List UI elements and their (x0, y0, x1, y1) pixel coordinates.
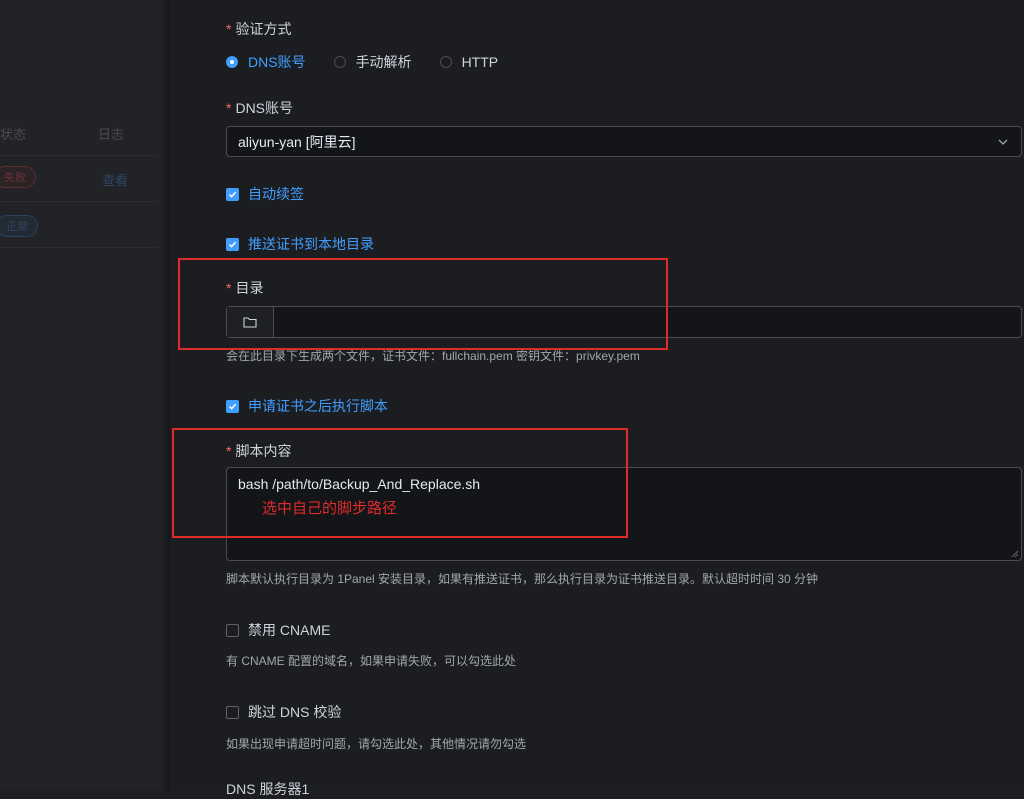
radio-dot (226, 56, 238, 68)
radio-dns-account-label: DNS账号 (248, 54, 306, 70)
bg-row-divider (0, 155, 158, 156)
annotation-box-directory (178, 258, 668, 350)
bg-status-badge-normal: 正常 (0, 215, 38, 237)
radio-manual-resolve[interactable]: 手动解析 (333, 52, 412, 72)
checkbox-box (226, 187, 239, 201)
radio-http[interactable]: HTTP (439, 54, 499, 70)
checkbox-box (226, 399, 239, 413)
checkbox-box (226, 623, 239, 637)
radio-http-label: HTTP (461, 54, 499, 70)
push-to-local-label: 推送证书到本地目录 (248, 236, 374, 252)
verify-method-radio-group: DNS账号 手动解析 HTTP (226, 52, 526, 72)
annotation-box-script (172, 428, 628, 538)
disable-cname-label: 禁用 CNAME (248, 622, 331, 638)
background-task-list: 状态 日志 失败 查看 正常 (0, 0, 170, 791)
dns-account-label-text: DNS账号 (235, 100, 294, 116)
skip-dns-check-hint: 如果出现申请超时问题，请勾选此处，其他情况请勿勾选 (226, 737, 527, 751)
dns-account-label: * DNS账号 (226, 98, 293, 118)
radio-dot (333, 56, 346, 68)
radio-dot (439, 56, 452, 68)
required-mark: * (226, 21, 232, 37)
check-icon (228, 191, 237, 198)
radio-dns-account[interactable]: DNS账号 (226, 52, 306, 72)
bg-view-log-link: 查看 (102, 173, 129, 188)
dns-account-select[interactable]: aliyun-yan [阿里云] (226, 126, 1022, 157)
auto-renew-label: 自动续签 (248, 186, 304, 202)
checkbox-box (226, 705, 239, 719)
disable-cname-checkbox[interactable]: 禁用 CNAME (226, 620, 330, 640)
radio-manual-resolve-label: 手动解析 (355, 54, 412, 70)
check-icon (228, 241, 237, 248)
required-mark: * (226, 100, 232, 116)
verify-method-label-text: 验证方式 (235, 21, 292, 37)
auto-renew-checkbox[interactable]: 自动续签 (226, 184, 304, 204)
checkbox-box (226, 237, 239, 251)
drawer-shadow (158, 0, 170, 791)
verify-method-label: * 验证方式 (226, 19, 291, 39)
bg-row-divider (0, 201, 158, 202)
script-content-hint: 脚本默认执行目录为 1Panel 安装目录，如果有推送证书，那么执行目录为证书推… (226, 572, 819, 586)
skip-dns-check-label: 跳过 DNS 校验 (248, 704, 342, 720)
bg-row-divider (0, 247, 158, 248)
resize-grip-icon[interactable] (1011, 550, 1019, 558)
disable-cname-hint: 有 CNAME 配置的域名，如果申请失败，可以勾选此处 (226, 654, 517, 668)
bg-header-log: 日志 (98, 127, 125, 142)
skip-dns-check-checkbox[interactable]: 跳过 DNS 校验 (226, 702, 341, 722)
exec-script-label: 申请证书之后执行脚本 (248, 398, 388, 414)
annotation-text: 选中自己的脚步路径 (262, 500, 398, 517)
dns-account-selected-value: aliyun-yan [阿里云] (238, 133, 356, 150)
bg-status-badge-failed: 失败 (0, 166, 36, 188)
dns-server1-label: DNS 服务器1 (226, 781, 310, 797)
chevron-down-icon (998, 139, 1008, 145)
bg-header-status: 状态 (0, 127, 27, 142)
exec-script-checkbox[interactable]: 申请证书之后执行脚本 (226, 396, 388, 416)
certificate-form-drawer: * 验证方式 DNS账号 手动解析 HTTP * DNS账号 aliyun-yan … (170, 0, 1024, 797)
check-icon (228, 403, 237, 410)
push-to-local-checkbox[interactable]: 推送证书到本地目录 (226, 234, 374, 254)
